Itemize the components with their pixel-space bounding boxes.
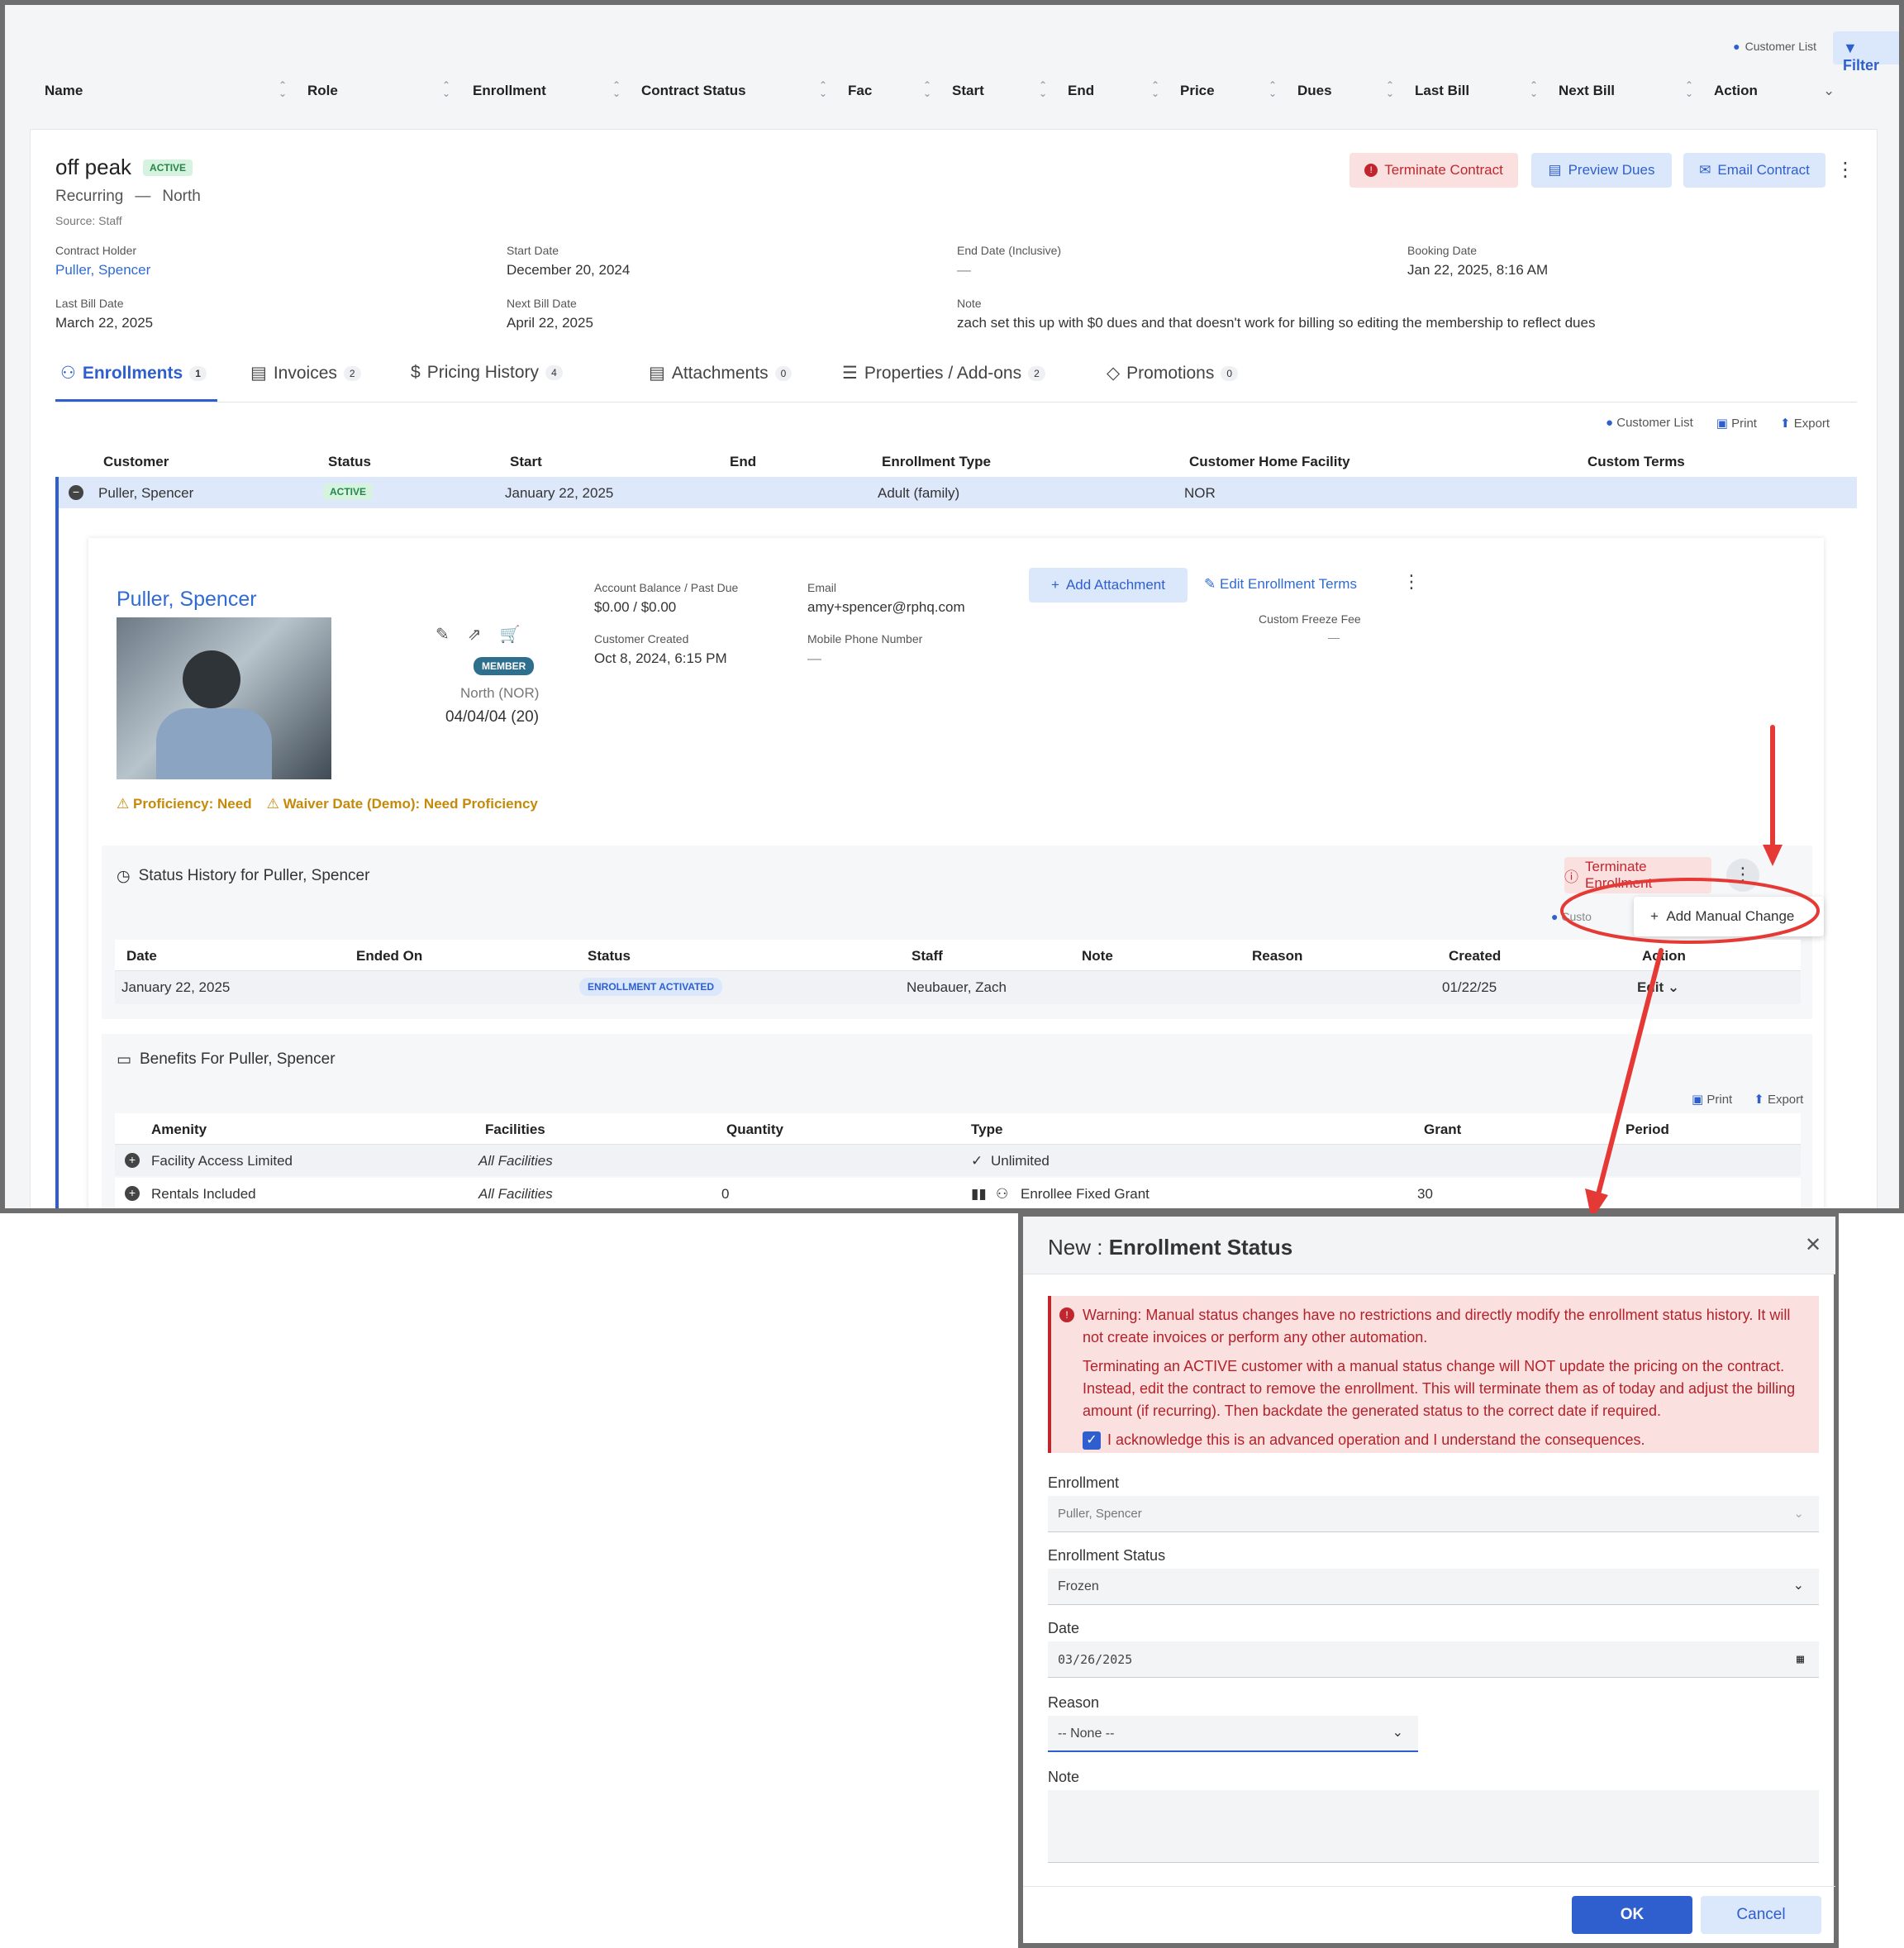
highlight-ellipse	[1560, 878, 1820, 944]
acknowledge-checkbox[interactable]: ✓	[1083, 1431, 1101, 1450]
enrollment-status-select[interactable]: Frozen ⌄	[1048, 1569, 1819, 1605]
calendar-icon: ▦	[1796, 1651, 1804, 1666]
cancel-button[interactable]: Cancel	[1701, 1896, 1821, 1934]
enrollment-select: Puller, Spencer ⌄	[1048, 1496, 1819, 1532]
warning-box: ! Warning: Manual status changes have no…	[1048, 1296, 1819, 1453]
modal-title: New : Enrollment Status	[1048, 1235, 1293, 1260]
reason-select[interactable]: -- None -- ⌄	[1048, 1716, 1418, 1752]
arrow-down-head	[1763, 845, 1783, 866]
chevron-down-icon: ⌄	[1792, 1579, 1804, 1593]
alert-icon: !	[1059, 1307, 1074, 1322]
chevron-down-icon: ⌄	[1793, 1507, 1804, 1521]
enrollment-status-modal: New : Enrollment Status ✕ ! Warning: Man…	[1018, 1213, 1839, 1948]
ok-button[interactable]: OK	[1572, 1896, 1692, 1934]
note-textarea[interactable]	[1048, 1790, 1819, 1863]
close-icon[interactable]: ✕	[1805, 1233, 1821, 1257]
arrow-to-modal	[1596, 948, 1664, 1197]
chevron-down-icon: ⌄	[1392, 1726, 1403, 1740]
date-input[interactable]: 03/26/2025 ▦	[1048, 1641, 1819, 1678]
